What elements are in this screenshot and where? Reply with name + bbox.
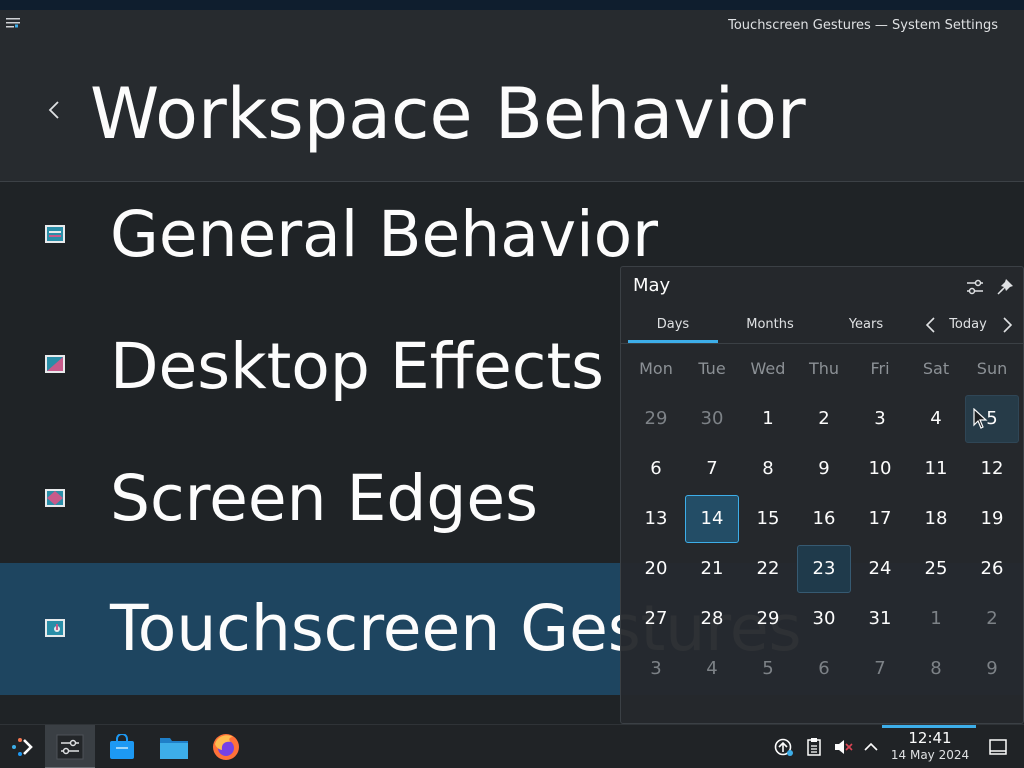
- calendar-day[interactable]: 26: [965, 545, 1019, 593]
- window-top-strip: [0, 0, 1024, 10]
- calendar-day[interactable]: 9: [797, 445, 851, 493]
- calendar-day[interactable]: 10: [853, 445, 907, 493]
- calendar-day[interactable]: 9: [965, 645, 1019, 693]
- calendar-day[interactable]: 4: [909, 395, 963, 443]
- calendar-day[interactable]: 13: [629, 495, 683, 543]
- configure-icon[interactable]: [965, 277, 985, 297]
- calendar-day[interactable]: 6: [629, 445, 683, 493]
- screen-edges-icon: [45, 489, 65, 507]
- calendar-day[interactable]: 17: [853, 495, 907, 543]
- calendar-day-today[interactable]: 14: [685, 495, 739, 543]
- calendar-popup: May Days Months Years Today Mon Tue Wed …: [620, 266, 1024, 724]
- chevron-left-icon[interactable]: [44, 98, 64, 122]
- calendar-day[interactable]: 20: [629, 545, 683, 593]
- calendar-day[interactable]: 1: [909, 595, 963, 643]
- weekday-label: Mon: [639, 359, 673, 378]
- taskbar-firefox[interactable]: [201, 725, 251, 768]
- weekday-label: Wed: [750, 359, 786, 378]
- calendar-divider: [621, 343, 1024, 344]
- calendar-day[interactable]: 31: [853, 595, 907, 643]
- tray-expand-icon[interactable]: [861, 737, 881, 757]
- tab-days[interactable]: Days: [628, 311, 718, 343]
- window-menu-icon[interactable]: [5, 16, 21, 30]
- tab-years[interactable]: Years: [821, 311, 911, 343]
- discover-store-icon: [110, 734, 134, 759]
- calendar-day[interactable]: 24: [853, 545, 907, 593]
- calendar-day[interactable]: 21: [685, 545, 739, 593]
- calendar-day[interactable]: 12: [965, 445, 1019, 493]
- calendar-day-selected[interactable]: 23: [797, 545, 851, 593]
- touchscreen-icon: [45, 619, 65, 637]
- calendar-day[interactable]: 29: [629, 395, 683, 443]
- weekday-label: Thu: [808, 359, 840, 378]
- calendar-day[interactable]: 27: [629, 595, 683, 643]
- general-behavior-icon: [45, 225, 65, 243]
- calendar-day[interactable]: 30: [685, 395, 739, 443]
- calendar-day[interactable]: 2: [797, 395, 851, 443]
- calendar-day[interactable]: 19: [965, 495, 1019, 543]
- tab-months[interactable]: Months: [725, 311, 815, 343]
- calendar-day[interactable]: 11: [909, 445, 963, 493]
- clipboard-icon[interactable]: [804, 737, 824, 757]
- calendar-day[interactable]: 28: [685, 595, 739, 643]
- calendar-day[interactable]: 16: [797, 495, 851, 543]
- calendar-day[interactable]: 22: [741, 545, 795, 593]
- application-launcher-icon: [12, 738, 33, 756]
- system-settings-icon: [56, 734, 84, 760]
- pin-icon[interactable]: [995, 277, 1015, 297]
- weekday-label: Fri: [870, 359, 890, 378]
- firefox-icon: [213, 734, 239, 760]
- calendar-day[interactable]: 25: [909, 545, 963, 593]
- dolphin-files-icon: [160, 738, 188, 759]
- chevron-right-icon[interactable]: [997, 315, 1017, 335]
- chevron-left-icon[interactable]: [921, 315, 941, 335]
- show-desktop-icon[interactable]: [988, 737, 1008, 757]
- calendar-day[interactable]: 3: [629, 645, 683, 693]
- calendar-day[interactable]: 2: [965, 595, 1019, 643]
- item-label: General Behavior: [110, 198, 659, 271]
- item-label: Screen Edges: [110, 462, 538, 535]
- application-launcher-button[interactable]: [0, 725, 50, 768]
- calendar-day[interactable]: 30: [797, 595, 851, 643]
- volume-muted-icon[interactable]: [833, 737, 853, 757]
- item-label: Desktop Effects: [110, 330, 604, 403]
- calendar-day[interactable]: 8: [741, 445, 795, 493]
- desktop-effects-icon: [45, 355, 65, 373]
- calendar-day[interactable]: 4: [685, 645, 739, 693]
- page-header: Workspace Behavior: [0, 42, 1024, 182]
- mouse-cursor-icon: [973, 408, 988, 429]
- calendar-day[interactable]: 1: [741, 395, 795, 443]
- calendar-month-title: May: [633, 275, 671, 296]
- taskbar-dolphin[interactable]: [149, 725, 199, 768]
- calendar-day[interactable]: 8: [909, 645, 963, 693]
- calendar-day[interactable]: 18: [909, 495, 963, 543]
- window-title: Touchscreen Gestures — System Settings: [728, 18, 998, 33]
- taskbar-discover[interactable]: [97, 725, 147, 768]
- taskbar-system-settings[interactable]: [45, 725, 95, 768]
- calendar-day[interactable]: 15: [741, 495, 795, 543]
- calendar-day[interactable]: 5: [741, 645, 795, 693]
- calendar-day[interactable]: 3: [853, 395, 907, 443]
- today-button[interactable]: Today: [943, 317, 993, 332]
- clock-date[interactable]: 14 May 2024: [882, 748, 978, 762]
- clock-time[interactable]: 12:41: [890, 729, 970, 747]
- page-title: Workspace Behavior: [90, 73, 806, 155]
- titlebar[interactable]: Touchscreen Gestures — System Settings: [0, 10, 1024, 42]
- calendar-day[interactable]: 6: [797, 645, 851, 693]
- weekday-label: Sat: [922, 359, 950, 378]
- clock-active-indicator: [882, 725, 976, 728]
- updates-icon[interactable]: [774, 737, 794, 757]
- calendar-day[interactable]: 7: [853, 645, 907, 693]
- calendar-day[interactable]: 29: [741, 595, 795, 643]
- calendar-day[interactable]: 7: [685, 445, 739, 493]
- taskbar: 12:41 14 May 2024: [0, 724, 1024, 768]
- weekday-label: Sun: [976, 359, 1008, 378]
- weekday-label: Tue: [698, 359, 726, 378]
